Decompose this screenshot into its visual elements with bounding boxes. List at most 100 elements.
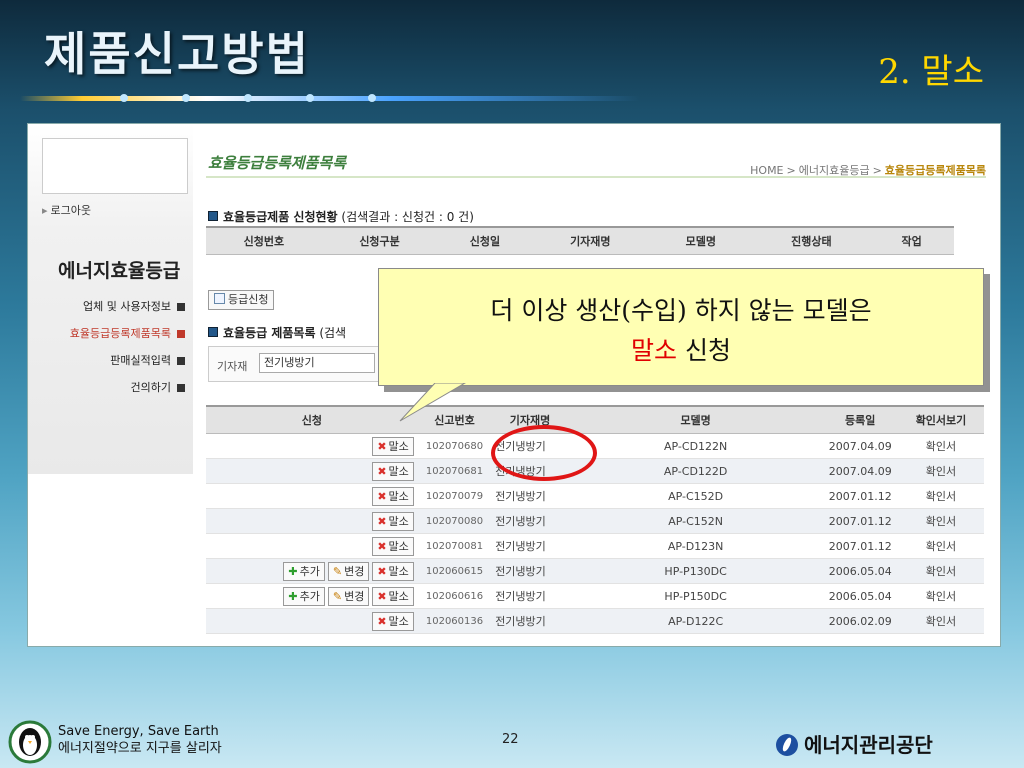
edit-icon: ✎ xyxy=(332,589,343,603)
organization-logo: 에너지관리공단 xyxy=(776,729,933,758)
footer-slogan: Save Energy, Save Earth 에너지절약으로 지구를 살리자 xyxy=(58,724,222,756)
row-actions: ✚ 추가 ✎ 변경 ✖ 말소 xyxy=(206,583,418,609)
cancel-registration-button[interactable]: ✖ 말소 xyxy=(372,586,414,606)
equipment-name: 전기냉방기 xyxy=(491,583,569,609)
equipment-filter-input[interactable]: 전기냉방기 xyxy=(259,353,375,373)
row-actions: ✖ 말소 xyxy=(206,508,418,534)
cancel-registration-button[interactable]: ✖ 말소 xyxy=(372,611,414,631)
section-square-icon xyxy=(208,327,218,337)
table-row: ✚ 추가 ✎ 변경 ✖ 말소 102060616 전기냉방기 HP-P150DC 2006.05.… xyxy=(206,583,984,609)
model-name: AP-CD122D xyxy=(568,458,823,484)
edit-button[interactable]: ✎ 변경 xyxy=(327,586,370,606)
certificate-link[interactable]: 확인서 xyxy=(897,583,984,609)
registration-date: 2007.01.12 xyxy=(822,483,898,509)
certificate-link[interactable]: 확인서 xyxy=(897,558,984,584)
sidebar-item-sales-input[interactable]: 판매실적입력 xyxy=(35,352,185,379)
model-name: AP-D122C xyxy=(568,608,823,634)
login-box xyxy=(42,138,188,194)
registration-date: 2007.04.09 xyxy=(822,458,898,484)
equipment-name: 전기냉방기 xyxy=(491,533,569,559)
edit-button[interactable]: ✎ 변경 xyxy=(327,561,370,581)
arrow-box-icon xyxy=(177,303,185,311)
cancel-registration-button[interactable]: ✖ 말소 xyxy=(372,536,414,556)
report-number: 102070079 xyxy=(417,483,492,509)
cancel-registration-button[interactable]: ✖ 말소 xyxy=(372,561,414,581)
row-actions: ✖ 말소 xyxy=(206,483,418,509)
cancel-registration-button[interactable]: ✖ 말소 xyxy=(372,511,414,531)
arrow-box-icon xyxy=(177,384,185,392)
table-row: ✚ 추가 ✎ 변경 ✖ 말소 102060615 전기냉방기 HP-P130DC 2006.05.… xyxy=(206,558,984,584)
cancel-x-icon: ✖ xyxy=(377,489,387,503)
title-decoration-dots xyxy=(120,92,480,104)
model-name: HP-P150DC xyxy=(568,583,823,609)
certificate-link[interactable]: 확인서 xyxy=(897,483,984,509)
model-name: AP-D123N xyxy=(568,533,823,559)
row-actions: ✖ 말소 xyxy=(206,608,418,634)
equipment-name: 전기냉방기 xyxy=(491,508,569,534)
sidebar-item-company-info[interactable]: 업체 및 사용자정보 xyxy=(35,298,185,325)
penguin-logo-icon xyxy=(8,720,52,764)
cancel-x-icon: ✖ xyxy=(377,464,387,478)
slide-subtitle: 2. 말소 xyxy=(878,52,984,92)
report-number: 102070080 xyxy=(417,508,492,534)
bullet-icon: ▸ xyxy=(42,204,48,217)
page-number: 22 xyxy=(502,732,519,747)
certificate-link[interactable]: 확인서 xyxy=(897,433,984,459)
callout-line2: 말소 신청 xyxy=(631,336,731,365)
callout-box: 더 이상 생산(수입) 하지 않는 모델은 말소 신청 xyxy=(378,268,984,386)
callout-pointer xyxy=(399,383,466,422)
register-application-button[interactable]: 등급신청 xyxy=(208,290,275,310)
section-square-icon xyxy=(208,211,218,221)
document-icon xyxy=(214,293,225,304)
equipment-name: 전기냉방기 xyxy=(491,608,569,634)
plus-icon: ✚ xyxy=(288,589,298,603)
certificate-link[interactable]: 확인서 xyxy=(897,458,984,484)
filter-label: 기자재 xyxy=(217,360,248,373)
sidebar-menu-heading: 에너지효율등급 xyxy=(58,260,181,282)
row-actions: ✚ 추가 ✎ 변경 ✖ 말소 xyxy=(206,558,418,584)
cancel-registration-button[interactable]: ✖ 말소 xyxy=(372,461,414,481)
report-number: 102060616 xyxy=(417,583,492,609)
certificate-link[interactable]: 확인서 xyxy=(897,508,984,534)
certificate-link[interactable]: 확인서 xyxy=(897,608,984,634)
registration-date: 2007.04.09 xyxy=(822,433,898,459)
table-row: ✖ 말소 102070080 전기냉방기 AP-C152N 2007.01.12 확인서 xyxy=(206,508,984,534)
product-rows: ✖ 말소 102070680 전기냉방기 AP-CD122N 2007.04.09 확인서 ✖… xyxy=(206,433,984,634)
report-number: 102070081 xyxy=(417,533,492,559)
sidebar-item-product-list[interactable]: 효율등급등록제품목록 xyxy=(35,325,185,352)
report-number: 102070681 xyxy=(417,458,492,484)
product-table: 신청 신고번호 기자재명 모델명 등록일 확인서보기 ✖ 말소 102070680 전… xyxy=(206,405,984,634)
callout-line1: 더 이상 생산(수입) 하지 않는 모델은 xyxy=(490,296,872,325)
cancel-x-icon: ✖ xyxy=(377,539,387,553)
cancel-x-icon: ✖ xyxy=(377,439,387,453)
add-button[interactable]: ✚ 추가 xyxy=(283,561,325,581)
sidebar: ▸ 로그아웃 에너지효율등급 업체 및 사용자정보 효율등급등록제품목록 판매실적… xyxy=(28,124,193,474)
edit-icon: ✎ xyxy=(332,564,343,578)
cancel-registration-button[interactable]: ✖ 말소 xyxy=(372,486,414,506)
application-table: 신청번호 신청구분 신청일 기자재명 모델명 진행상태 작업 xyxy=(206,226,954,265)
add-button[interactable]: ✚ 추가 xyxy=(283,586,325,606)
cancel-x-icon: ✖ xyxy=(377,564,387,578)
sidebar-item-suggestion[interactable]: 건의하기 xyxy=(35,379,185,406)
highlight-circle xyxy=(491,425,597,481)
certificate-link[interactable]: 확인서 xyxy=(897,533,984,559)
report-number: 102060136 xyxy=(417,608,492,634)
registration-date: 2006.05.04 xyxy=(822,558,898,584)
registration-date: 2006.05.04 xyxy=(822,583,898,609)
registration-date: 2006.02.09 xyxy=(822,608,898,634)
report-number: 102070680 xyxy=(417,433,492,459)
plus-icon: ✚ xyxy=(288,564,298,578)
row-actions: ✖ 말소 xyxy=(206,533,418,559)
arrow-box-icon xyxy=(177,330,185,338)
model-name: AP-C152N xyxy=(568,508,823,534)
model-name: HP-P130DC xyxy=(568,558,823,584)
logout-link[interactable]: ▸ 로그아웃 xyxy=(42,202,91,218)
registration-date: 2007.01.12 xyxy=(822,508,898,534)
cancel-registration-button[interactable]: ✖ 말소 xyxy=(372,436,414,456)
row-actions: ✖ 말소 xyxy=(206,433,418,459)
title-divider xyxy=(206,176,986,178)
model-name: AP-CD122N xyxy=(568,433,823,459)
section-application-status: 효율등급제품 신청현황 (검색결과 : 신청건 : 0 건) xyxy=(208,208,474,225)
cancel-x-icon: ✖ xyxy=(377,589,387,603)
model-name: AP-C152D xyxy=(568,483,823,509)
